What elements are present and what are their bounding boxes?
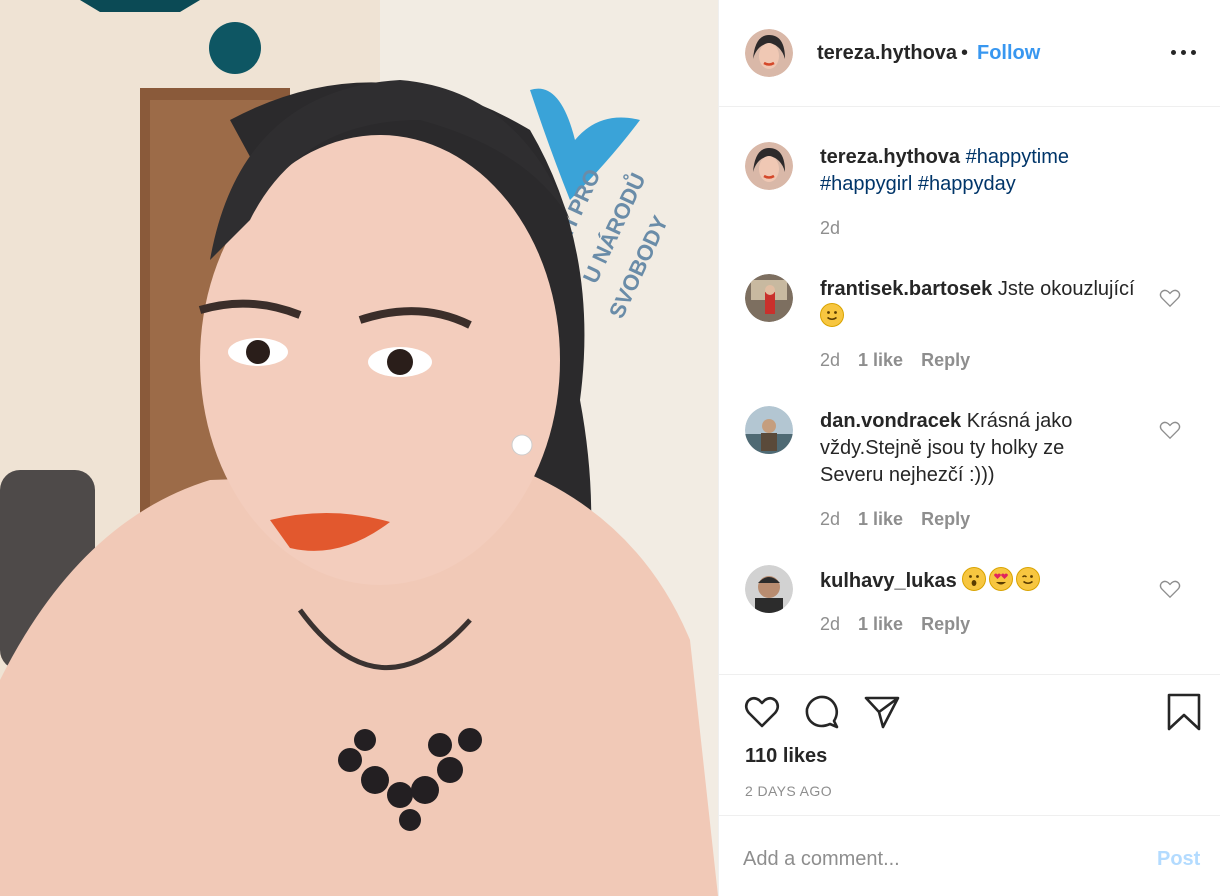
action-bar: 110 likes 2 DAYS AGO [719,674,1220,814]
comment-time: 2d [820,350,841,370]
heart-icon[interactable] [743,693,781,731]
hashtag-link[interactable]: #happygirl [820,173,912,195]
comment-username[interactable]: kulhavy_lukas [820,570,957,592]
follow-button[interactable]: Follow [977,42,1040,65]
winking-emoji-icon [1016,567,1041,591]
comment-username[interactable]: frantisek.bartosek [820,278,992,300]
author-avatar[interactable] [745,29,793,77]
reply-button[interactable]: Reply [921,509,970,529]
comment-likes-count[interactable]: 1 like [858,350,903,370]
post-timestamp: 2 DAYS AGO [745,783,832,799]
post-panel: tereza.hythova • Follow tereza.hythova #… [718,0,1220,896]
author-username[interactable]: tereza.hythova [817,42,957,65]
post-comment-button[interactable]: Post [1157,848,1200,871]
comment-body: Jste okouzlující [997,278,1135,300]
comment-bubble-icon[interactable] [803,693,841,731]
heart-eyes-emoji-icon [989,567,1014,591]
comment-meta: 2d 1 like Reply [820,350,988,371]
selfie-illustration: TÍ PRO U NÁRODŮ SVOBODY [0,0,718,896]
bookmark-icon[interactable] [1165,693,1203,731]
comment-text: kulhavy_lukas [820,567,1150,595]
comment-text: dan.vondracek Krásná jako vždy.Stejně js… [820,408,1100,489]
post-header: tereza.hythova • Follow [719,0,1220,107]
comment-text: frantisek.bartosek Jste okouzlující [820,276,1150,331]
commenter-avatar[interactable] [745,274,793,322]
add-comment-input[interactable] [743,844,1123,874]
astonished-emoji-icon [962,567,987,591]
caption-username[interactable]: tereza.hythova [820,146,960,168]
post-photo[interactable]: TÍ PRO U NÁRODŮ SVOBODY [0,0,718,896]
hashtag-link[interactable]: #happyday [918,173,1016,195]
caption-meta: 2d [820,218,858,239]
comment-time: 2d [820,614,841,634]
likes-count[interactable]: 110 likes [745,745,827,768]
slightly-smiling-emoji-icon [820,303,844,327]
comment-likes-count[interactable]: 1 like [858,614,903,634]
commenter-avatar[interactable] [745,406,793,454]
hashtag-link[interactable]: #happytime [966,146,1069,168]
comment-meta: 2d 1 like Reply [820,614,988,635]
reply-button[interactable]: Reply [921,350,970,370]
paper-plane-icon[interactable] [863,693,901,731]
caption-time: 2d [820,218,841,238]
caption-avatar[interactable] [745,142,793,190]
comment-meta: 2d 1 like Reply [820,509,988,530]
comment-like-heart-icon[interactable] [1159,420,1181,440]
more-options-icon[interactable] [1171,36,1199,68]
comment-username[interactable]: dan.vondracek [820,410,961,432]
comment-likes-count[interactable]: 1 like [858,509,903,529]
commenter-avatar[interactable] [745,565,793,613]
add-comment-bar: Post [719,815,1220,896]
comment-time: 2d [820,509,841,529]
comment-like-heart-icon[interactable] [1159,288,1181,308]
caption-text: tereza.hythova #happytime #happygirl #ha… [820,144,1110,198]
header-separator: • [961,42,969,64]
reply-button[interactable]: Reply [921,614,970,634]
comment-like-heart-icon[interactable] [1159,579,1181,599]
